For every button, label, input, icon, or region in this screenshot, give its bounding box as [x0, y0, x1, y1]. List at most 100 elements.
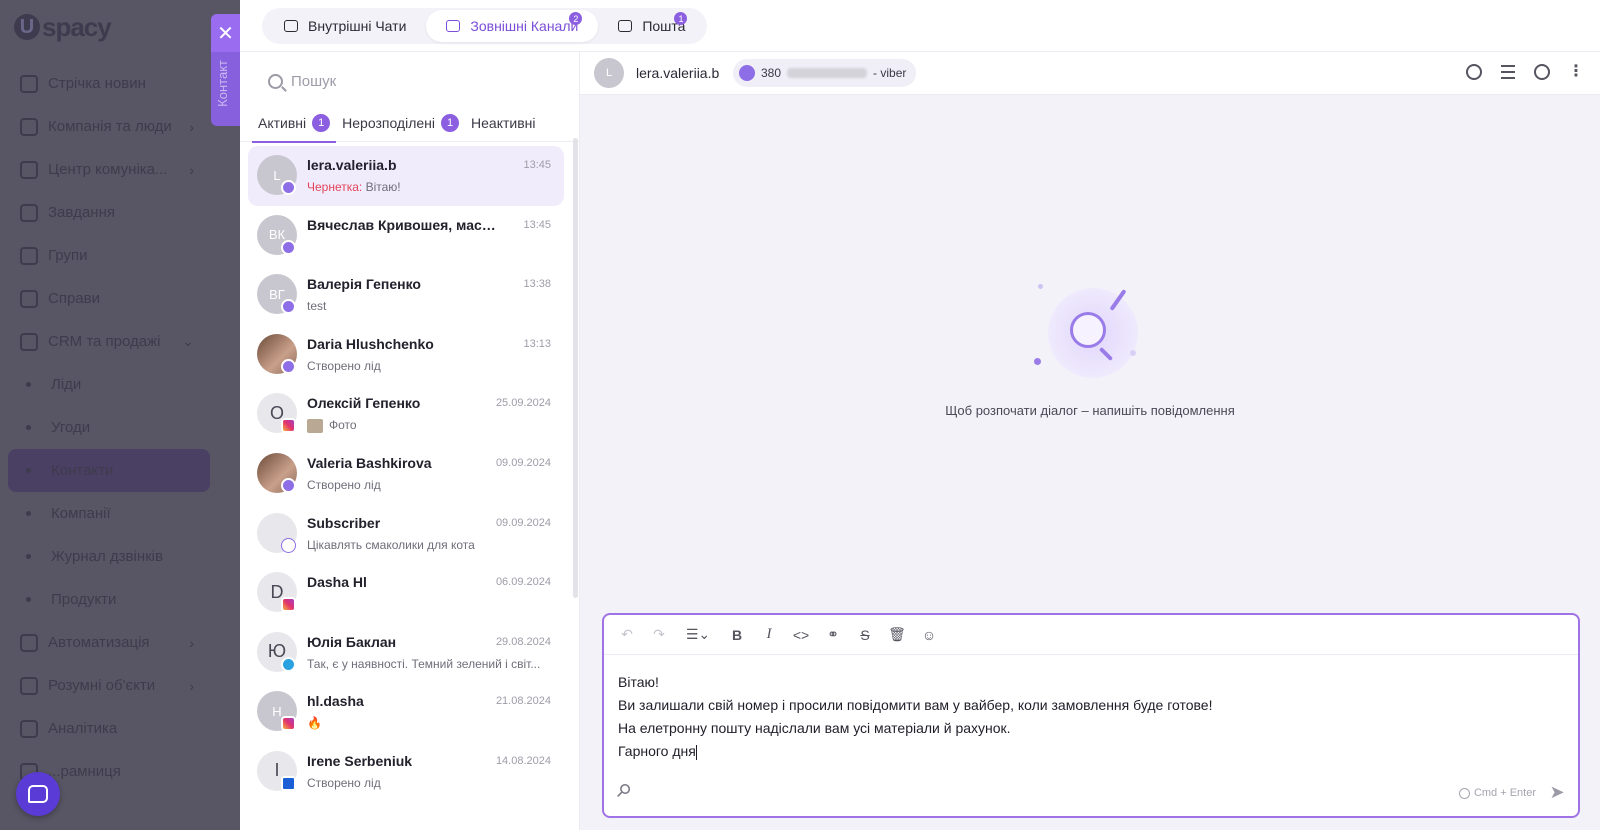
- sidebar-item[interactable]: Справи: [0, 277, 240, 320]
- sidebar-item[interactable]: Групи: [0, 234, 240, 277]
- chat-list-item[interactable]: Valeria Bashkirova 09.09.2024 Створено лід: [248, 444, 564, 504]
- tab-badge: 2: [569, 12, 583, 25]
- filter-tab-active[interactable]: Активні 1: [252, 104, 337, 143]
- strikethrough-button[interactable]: S: [852, 622, 878, 648]
- chat-preview: Створено лід: [307, 776, 547, 790]
- chat-name: Valeria Bashkirova: [307, 454, 432, 471]
- chat-time: 13:45: [523, 159, 551, 171]
- search-chat-button[interactable]: [1532, 62, 1552, 82]
- sidebar-item[interactable]: Автоматизація ›: [0, 621, 240, 664]
- preview-text: 🔥: [307, 716, 322, 731]
- empty-state-text: Щоб розпочати діалог – напишіть повідомл…: [945, 403, 1235, 418]
- chat-preview: test: [307, 299, 547, 313]
- clear-button[interactable]: 🗑: [884, 622, 910, 648]
- sidebar-item-label: Ліди: [51, 376, 82, 393]
- chat-name: Irene Serbeniuk: [307, 752, 413, 769]
- close-icon[interactable]: ✕: [211, 14, 240, 52]
- sidebar-item[interactable]: Угоди: [0, 406, 240, 449]
- gear-icon: [1458, 787, 1470, 799]
- preview-text: test: [307, 299, 327, 314]
- chat-list-item[interactable]: Daria Hlushchenko 13:13 Створено лід: [248, 325, 564, 385]
- tab-badge: 1: [674, 12, 688, 25]
- sidebar-item[interactable]: Компанія та люди ›: [0, 105, 240, 148]
- chat-list-item[interactable]: ВК Вячеслав Кривошея, мастер... 13:45: [248, 206, 564, 266]
- search-icon: [1534, 64, 1550, 80]
- redo-button[interactable]: ↷: [646, 622, 672, 648]
- chat-list-item[interactable]: О Олексій Гепенко 25.09.2024 Фото: [248, 384, 564, 444]
- chat-list-panel: Активні 1 Нерозподілені 1 Неактивні Ller…: [240, 52, 580, 830]
- draft-label: Чернетка:: [307, 180, 363, 194]
- contact-panel-tab[interactable]: ✕ Контакт: [211, 14, 240, 126]
- chat-list-item[interactable]: ВГ Валерія Гепенко 13:38 test: [248, 265, 564, 325]
- sidebar-item[interactable]: Розумні об'єкти ›: [0, 664, 240, 707]
- chat-time: 14.08.2024: [495, 754, 551, 767]
- check-icon: [20, 203, 38, 222]
- tab-external-channels[interactable]: Зовнішні Канали 2: [426, 10, 599, 42]
- link-button[interactable]: ⚭: [820, 622, 846, 648]
- sidebar-item[interactable]: Завдання: [0, 191, 240, 234]
- chat-preview: Створено лід: [307, 359, 547, 373]
- sidebar-item[interactable]: Продукти: [0, 578, 240, 621]
- sidebar-item-label: Аналітика: [48, 720, 118, 737]
- tab-internal-chats[interactable]: Внутрішні Чати: [264, 10, 426, 42]
- chat-list-item[interactable]: D Dasha Hl 06.09.2024: [248, 563, 564, 623]
- channel-chip[interactable]: 380 - viber: [733, 59, 917, 87]
- message-composer[interactable]: ↶ ↷ ☰⌄ B I <> ⚭ S 🗑 ☺ Вітаю! Ви залишали…: [602, 613, 1580, 818]
- chat-list-item[interactable]: I Irene Serbeniuk 14.08.2024 Створено лід: [248, 742, 564, 802]
- sidebar-item[interactable]: Стрічка новин: [0, 62, 240, 105]
- search-input[interactable]: [291, 72, 541, 90]
- sidebar-item[interactable]: Ліди: [0, 363, 240, 406]
- chat-time: 09.09.2024: [495, 456, 551, 469]
- send-button[interactable]: ➤: [1546, 781, 1568, 803]
- link-icon: ⚭: [827, 626, 839, 642]
- emoji-button[interactable]: ☺: [916, 622, 942, 648]
- preview-text: Створено лід: [307, 358, 381, 373]
- sidebar-item[interactable]: Центр комуніка... ›: [0, 148, 240, 191]
- message-editor[interactable]: Вітаю! Ви залишали свій номер і просили …: [618, 671, 1518, 763]
- chat-time: 25.09.2024: [495, 397, 551, 410]
- contact-name[interactable]: lera.valeriia.b: [636, 65, 719, 81]
- filter-tab-inactive[interactable]: Неактивні: [465, 104, 541, 142]
- sidebar-item-label: Групи: [48, 247, 88, 264]
- insta-icon: [281, 597, 296, 613]
- resolve-button[interactable]: [1464, 62, 1484, 82]
- help-chat-button[interactable]: [16, 772, 60, 816]
- sidebar-item[interactable]: CRM та продажі ⌄: [0, 320, 240, 363]
- sidebar-item[interactable]: Компанії: [0, 492, 240, 535]
- sidebar-nav: Стрічка новин Компанія та люди › Центр кому…: [0, 62, 240, 793]
- bullet-icon: [26, 554, 31, 559]
- layers-button[interactable]: [1498, 62, 1518, 82]
- tg-icon: [281, 656, 296, 672]
- chat-list-item[interactable]: Subscriber 09.09.2024 Цікавлять смаколики …: [248, 504, 564, 564]
- undo-button[interactable]: ↶: [614, 622, 640, 648]
- bold-button[interactable]: B: [724, 622, 750, 648]
- calendar-icon: [20, 289, 38, 308]
- viber-icon: [281, 358, 296, 374]
- chat-name: Олексій Гепенко: [307, 395, 421, 412]
- sidebar-item[interactable]: Журнал дзвінків: [0, 535, 240, 578]
- chat-list-item[interactable]: Ю Юлія Баклан 29.08.2024 Так, є у наявності…: [248, 623, 564, 683]
- more-button[interactable]: ⋮: [1566, 62, 1586, 82]
- chat-list-item[interactable]: Hhl.dasha 21.08.2024 🔥: [248, 682, 564, 742]
- chat-list-scrollbar[interactable]: [573, 138, 578, 598]
- sidebar-item-label: CRM та продажі: [48, 333, 161, 350]
- viber-icon: [739, 65, 755, 81]
- conversation-actions: ⋮: [1464, 62, 1586, 82]
- sidebar-item[interactable]: Контакти: [8, 449, 210, 492]
- sidebar-item[interactable]: Аналітика: [0, 707, 240, 750]
- chat-list-item[interactable]: Llera.valeriia.b 13:45 Чернетка: Вітаю!: [248, 146, 564, 206]
- attach-icon[interactable]: ⚲: [612, 779, 640, 807]
- editor-toolbar: ↶ ↷ ☰⌄ B I <> ⚭ S 🗑 ☺: [604, 615, 1578, 655]
- align-dropdown[interactable]: ☰⌄: [678, 622, 718, 648]
- company-icon: [20, 117, 38, 136]
- italic-button[interactable]: I: [756, 622, 782, 648]
- send-hint[interactable]: Cmd + Enter: [1458, 787, 1536, 799]
- chart-icon: [20, 719, 38, 738]
- sidebar-item-label: Стрічка новин: [48, 75, 146, 92]
- filter-tab-unassigned[interactable]: Нерозподілені 1: [336, 104, 465, 142]
- avatar[interactable]: L: [594, 58, 624, 88]
- code-button[interactable]: <>: [788, 622, 814, 648]
- app-logo[interactable]: U spacy: [14, 12, 112, 42]
- tab-mail[interactable]: Пошта 1: [598, 10, 705, 42]
- bullet-icon: [26, 425, 31, 430]
